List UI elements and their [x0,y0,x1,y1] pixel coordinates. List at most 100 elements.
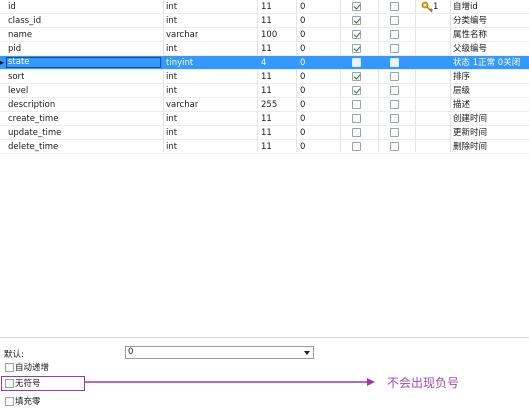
field-length-cell[interactable]: 11 [261,14,272,28]
field-length-cell[interactable]: 11 [261,84,272,98]
field-decimals-cell[interactable]: 0 [300,28,305,42]
table-row[interactable]: class_id int 11 0 分类编号 [0,14,529,28]
table-row[interactable]: sort int 11 0 排序 [0,70,529,84]
field-type-cell[interactable]: int [166,42,177,56]
field-type-cell[interactable]: varchar [166,28,198,42]
virtual-checkbox[interactable] [390,16,399,25]
zerofill-checkbox[interactable] [5,397,14,406]
virtual-checkbox[interactable] [390,100,399,109]
virtual-checkbox[interactable] [390,114,399,123]
table-row[interactable]: level int 11 0 层级 [0,84,529,98]
table-row[interactable]: id int 11 0 1 自增id [0,0,529,14]
field-decimals-cell[interactable]: 0 [300,98,305,112]
field-comment-cell[interactable]: 描述 [453,98,470,112]
table-row[interactable]: update_time int 11 0 更新时间 [0,126,529,140]
auto-increment-checkbox[interactable] [5,363,14,372]
field-decimals-cell[interactable]: 0 [300,126,305,140]
not-null-checkbox[interactable] [352,2,361,11]
field-decimals-cell[interactable]: 0 [300,112,305,126]
field-name-cell[interactable]: description [8,98,55,112]
field-decimals-cell[interactable]: 0 [300,140,305,154]
field-comment-cell[interactable]: 自增id [453,0,478,14]
field-name-cell[interactable]: class_id [8,14,41,28]
not-null-checkbox[interactable] [352,72,361,81]
table-row[interactable]: ▸ state tinyint 4 0 状态 1正常 0关闭 [0,56,529,70]
field-length-cell[interactable]: 11 [261,140,272,154]
field-comment-cell[interactable]: 删除时间 [453,140,487,154]
virtual-checkbox[interactable] [390,44,399,53]
not-null-checkbox[interactable] [352,142,361,151]
field-comment-cell[interactable]: 创建时间 [453,112,487,126]
field-comment-cell[interactable]: 排序 [453,70,470,84]
table-row[interactable]: delete_time int 11 0 删除时间 [0,140,529,154]
field-length-cell[interactable]: 11 [261,126,272,140]
default-value-text: 0 [128,347,134,357]
field-decimals-cell[interactable]: 0 [300,70,305,84]
not-null-checkbox[interactable] [352,86,361,95]
not-null-checkbox[interactable] [352,30,361,39]
field-decimals-cell[interactable]: 0 [300,42,305,56]
chevron-down-icon[interactable] [304,351,310,355]
field-name-input[interactable]: state [6,57,161,68]
field-name-cell[interactable]: level [8,84,28,98]
not-null-checkbox[interactable] [352,44,361,53]
field-name-cell[interactable]: sort [8,70,24,84]
not-null-checkbox[interactable] [352,16,361,25]
field-length-cell[interactable]: 100 [261,28,277,42]
table-row[interactable]: description varchar 255 0 描述 [0,98,529,112]
not-null-checkbox[interactable] [352,128,361,137]
field-length-cell[interactable]: 11 [261,0,272,14]
field-comment-cell[interactable]: 状态 1正常 0关闭 [453,56,520,70]
annotation-text: 不会出现负号 [387,376,460,390]
row-divider [0,153,529,154]
field-comment-cell[interactable]: 分类编号 [453,14,487,28]
auto-increment-label: 自动递增 [15,363,50,373]
field-comment-cell[interactable]: 父级编号 [453,42,487,56]
virtual-checkbox[interactable] [390,142,399,151]
key-order: 1 [433,2,439,12]
field-decimals-cell[interactable]: 0 [300,14,305,28]
field-comment-cell[interactable]: 更新时间 [453,126,487,140]
field-name-cell[interactable]: pid [8,42,21,56]
virtual-checkbox[interactable] [390,72,399,81]
field-name-cell[interactable]: update_time [8,126,61,140]
table-row[interactable]: create_time int 11 0 创建时间 [0,112,529,126]
field-name-cell[interactable]: delete_time [8,140,58,154]
field-length-cell[interactable]: 11 [261,112,272,126]
virtual-checkbox[interactable] [390,30,399,39]
field-name-cell[interactable]: name [8,28,32,42]
field-type-cell[interactable]: int [166,126,177,140]
field-name-cell[interactable]: id [8,0,16,14]
field-type-cell[interactable]: tinyint [166,56,193,70]
field-type-cell[interactable]: int [166,14,177,28]
virtual-checkbox[interactable] [390,128,399,137]
table-row[interactable]: pid int 11 0 父级编号 [0,42,529,56]
virtual-checkbox[interactable] [390,86,399,95]
annotation-arrow [85,378,375,386]
field-type-cell[interactable]: int [166,0,177,14]
field-type-cell[interactable]: int [166,70,177,84]
default-value-select[interactable]: 0 [125,346,314,359]
field-comment-cell[interactable]: 属性名称 [453,28,487,42]
panel-divider [0,337,529,338]
field-length-cell[interactable]: 11 [261,42,272,56]
field-comment-cell[interactable]: 层级 [453,84,470,98]
virtual-checkbox[interactable] [390,58,399,67]
field-decimals-cell[interactable]: 0 [300,56,305,70]
field-length-cell[interactable]: 11 [261,70,272,84]
field-decimals-cell[interactable]: 0 [300,84,305,98]
field-length-cell[interactable]: 4 [261,56,266,70]
field-type-cell[interactable]: varchar [166,98,198,112]
table-row[interactable]: name varchar 100 0 属性名称 [0,28,529,42]
not-null-checkbox[interactable] [352,114,361,123]
field-type-cell[interactable]: int [166,140,177,154]
default-label: 默认: [4,350,24,360]
not-null-checkbox[interactable] [352,58,361,67]
field-type-cell[interactable]: int [166,84,177,98]
virtual-checkbox[interactable] [390,2,399,11]
field-length-cell[interactable]: 255 [261,98,277,112]
field-type-cell[interactable]: int [166,112,177,126]
field-name-cell[interactable]: create_time [8,112,58,126]
field-decimals-cell[interactable]: 0 [300,0,305,14]
not-null-checkbox[interactable] [352,100,361,109]
